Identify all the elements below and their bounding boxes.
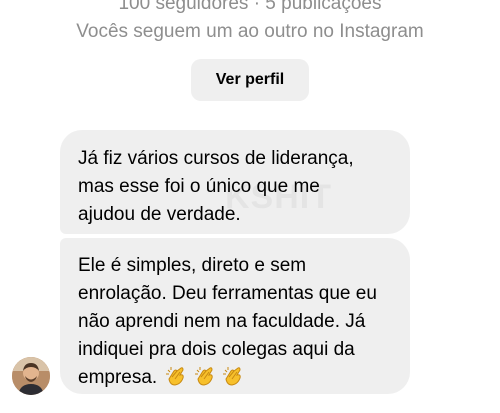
profile-stats: 100 seguidores · 5 publicações xyxy=(118,0,382,14)
view-profile-button[interactable]: Ver perfil xyxy=(191,59,309,101)
clapping-hands-icon xyxy=(166,367,185,386)
message-line-text: empresa. xyxy=(78,367,158,388)
clapping-hands-icon xyxy=(194,367,213,386)
message-bubble[interactable]: Ele é simples, direto e sem enrolação. D… xyxy=(60,238,410,394)
message-bubble[interactable]: Já fiz vários cursos de liderança, mas e… xyxy=(60,130,410,234)
message-line: mas esse foi o único que me xyxy=(78,176,320,197)
avatar[interactable] xyxy=(12,357,50,395)
message-line: não aprendi nem na faculdade. Já xyxy=(78,311,366,332)
message-line-last: empresa. xyxy=(78,364,392,396)
message-line: enrolação. Deu ferramentas que eu xyxy=(78,283,377,304)
message-line: Já fiz vários cursos de liderança, xyxy=(78,148,354,169)
message-line: indiquei pra dois colegas aqui da xyxy=(78,339,355,360)
message-line: Ele é simples, direto e sem xyxy=(78,255,307,276)
emoji-group xyxy=(165,365,245,396)
message-line: ajudou de verdade. xyxy=(78,204,241,225)
clapping-hands-icon xyxy=(223,367,241,386)
person-photo xyxy=(12,357,50,395)
mutual-follow-text: Vocês seguem um ao outro no Instagram xyxy=(76,21,424,42)
